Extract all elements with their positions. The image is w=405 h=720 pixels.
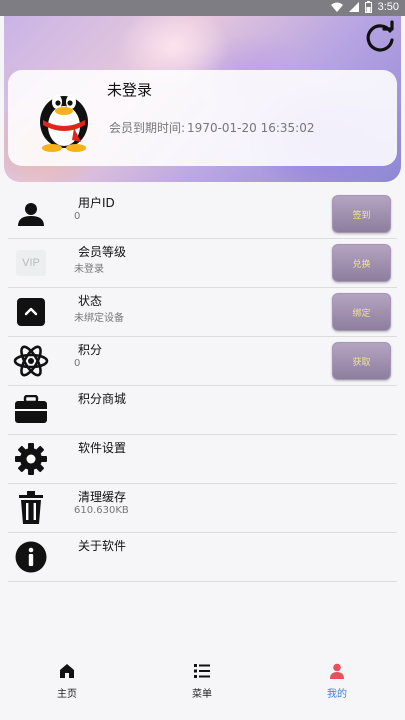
nav-home[interactable]: 主页 [27, 662, 107, 700]
home-icon [27, 662, 107, 680]
vip-expiry-value: 1970-01-20 16:35:02 [187, 121, 315, 135]
login-status-title[interactable]: 未登录 [107, 79, 152, 100]
atom-icon [12, 345, 50, 377]
profile-card[interactable]: 未登录 会员到期时间: 1970-01-20 16:35:02 [8, 70, 397, 166]
list-item-points-mall[interactable]: 积分商城 [8, 386, 397, 435]
list-item-title: 会员等级 [78, 245, 127, 259]
vip-expiry: 会员到期时间: 1970-01-20 16:35:02 [107, 119, 315, 136]
vip-icon: VIP [12, 247, 50, 279]
menu-list-icon [162, 662, 242, 680]
redeem-button[interactable]: 兑换 [332, 244, 391, 282]
list-item-title: 状态 [78, 294, 103, 308]
refresh-icon[interactable] [363, 20, 397, 54]
list-item-points[interactable]: 积分 0 获取 [8, 337, 397, 386]
list-item-about[interactable]: 关于软件 [8, 533, 397, 582]
wifi-icon [330, 2, 343, 12]
list-item-sub: 未登录 [74, 264, 104, 275]
profile-banner: 未登录 会员到期时间: 1970-01-20 16:35:02 [4, 16, 401, 182]
avatar [40, 95, 88, 152]
list-item-user-id[interactable]: 用户ID 0 签到 [8, 190, 397, 239]
list-item-title: 软件设置 [78, 441, 127, 455]
list-item-software-settings[interactable]: 软件设置 [8, 435, 397, 484]
list-item-title: 关于软件 [78, 539, 127, 553]
gear-icon [12, 443, 50, 475]
settings-list: 用户ID 0 签到 VIP 会员等级 未登录 兑换 状态 未绑定设备 绑定 积分… [8, 190, 397, 582]
clock: 3:50 [377, 1, 399, 13]
list-item-sub: 610.630KB [74, 505, 129, 516]
user-icon [12, 198, 50, 230]
signal-icon [348, 2, 359, 12]
list-item-sub: 未绑定设备 [74, 313, 124, 324]
list-item-title: 积分 [78, 343, 103, 357]
nav-menu[interactable]: 菜单 [162, 662, 242, 700]
vip-expiry-label: 会员到期时间: [109, 121, 186, 135]
list-item-sub: 0 [74, 211, 81, 222]
bind-button[interactable]: 绑定 [332, 293, 391, 331]
list-item-title: 用户ID [78, 196, 115, 210]
nav-mine[interactable]: 我的 [297, 662, 377, 700]
battery-icon [364, 1, 372, 13]
info-icon [12, 541, 50, 573]
checkin-button[interactable]: 签到 [332, 195, 391, 233]
nav-mine-label: 我的 [327, 689, 347, 700]
list-item-clear-cache[interactable]: 清理缓存 610.630KB [8, 484, 397, 533]
trash-icon [12, 491, 50, 524]
status-icon [12, 296, 50, 328]
nav-menu-label: 菜单 [192, 689, 212, 700]
briefcase-icon [12, 394, 50, 426]
bottom-navigation: 主页 菜单 我的 [0, 648, 405, 720]
list-item-vip-level[interactable]: VIP 会员等级 未登录 兑换 [8, 239, 397, 288]
list-item-title: 清理缓存 [78, 490, 127, 504]
list-item-sub: 0 [74, 358, 81, 369]
person-icon [297, 662, 377, 680]
get-points-button[interactable]: 获取 [332, 342, 391, 380]
list-item-status[interactable]: 状态 未绑定设备 绑定 [8, 288, 397, 337]
vip-badge: VIP [16, 250, 46, 276]
status-bar: 3:50 [0, 0, 405, 16]
nav-home-label: 主页 [57, 689, 77, 700]
list-item-title: 积分商城 [78, 392, 127, 406]
